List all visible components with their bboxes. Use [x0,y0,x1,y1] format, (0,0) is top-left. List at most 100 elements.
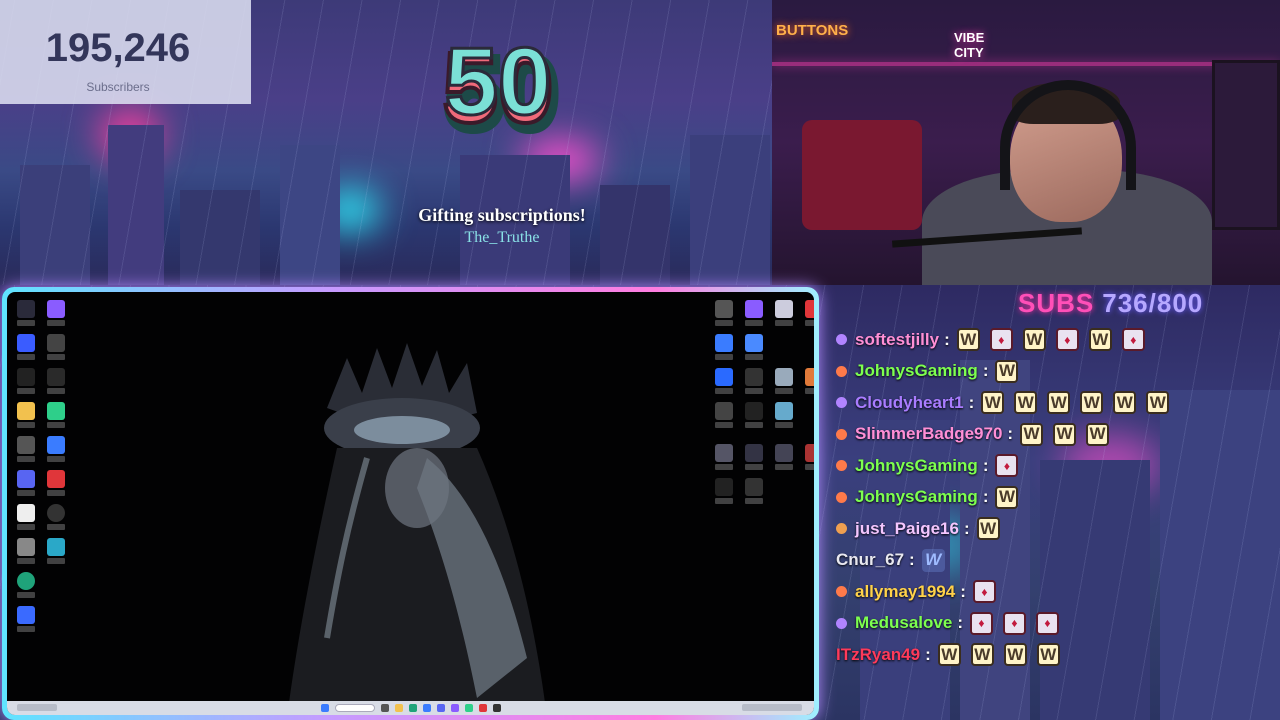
chat-username[interactable]: Medusalove [855,613,952,633]
desktop-capture-frame [2,287,819,720]
chat-emotes: WWW [1020,422,1110,446]
red-couch [802,120,922,230]
w-emote-icon: W [976,517,1000,541]
w-emote-icon: W [1088,328,1112,352]
app-icon[interactable] [478,704,487,712]
desktop-icon[interactable] [743,478,765,508]
w-emote-icon: W [956,328,980,352]
chat-emotes: WWWWWW [981,391,1170,415]
chat-separator: : [1007,424,1014,444]
store-icon[interactable] [422,704,431,712]
chat-emotes: W [995,485,1019,509]
gift-alert-user: The_Truthe [464,229,540,246]
chat-username[interactable]: JohnysGaming [855,456,978,476]
desktop-icon[interactable] [803,368,814,398]
desktop-icon[interactable] [773,444,795,474]
chat-username[interactable]: JohnysGaming [855,487,978,507]
desktop-icon[interactable] [713,368,735,398]
chat-emotes: W [995,359,1019,383]
task-view-icon[interactable] [380,704,389,712]
desktop-icon[interactable] [45,402,67,432]
edge-icon[interactable] [15,572,37,602]
desktop-icon[interactable] [15,334,37,364]
discord-icon[interactable] [15,470,37,500]
system-tray[interactable] [742,704,802,711]
desktop-icons-left [15,300,67,636]
desktop-icon[interactable] [713,300,735,330]
folder-icon[interactable] [15,402,37,432]
w-emote-icon: W [995,359,1019,383]
desktop-icon[interactable] [45,368,67,398]
desktop-icon[interactable] [15,436,37,466]
desktop-icon[interactable] [15,368,37,398]
w-emote-icon: W [1053,422,1077,446]
taskbar-search[interactable] [334,704,375,712]
chat-emotes: ♦ ♦ ♦ [969,611,1059,635]
red-emote-icon: ♦ [972,580,996,604]
chat-separator: : [957,613,963,633]
desktop-icon[interactable] [713,402,735,432]
desktop-icon[interactable] [743,402,765,432]
desktop-icon[interactable] [743,334,765,364]
chat-username[interactable]: allymay1994 [855,582,955,602]
desktop-screen [7,292,814,715]
desktop-icon[interactable] [803,300,814,330]
app-icon[interactable] [450,704,459,712]
chat-separator: : [982,455,989,475]
chat-message: JohnysGaming: W [836,356,1276,388]
red-emote-icon: ♦ [989,328,1013,352]
edge-icon[interactable] [408,704,417,712]
chat-separator: : [982,361,989,381]
subscriber-counter: 195,246 Subscribers [0,0,251,104]
desktop-icon[interactable] [713,478,735,508]
chat-emotes: ♦ [995,454,1019,478]
chat-username[interactable]: just_Paige16 [855,519,959,539]
weather-widget[interactable] [17,704,57,711]
desktop-icon[interactable] [15,300,37,330]
chat-username[interactable]: SlimmerBadge970 [855,424,1002,444]
chat-separator: : [982,487,989,507]
desktop-icon[interactable] [15,538,37,568]
desktop-icon[interactable] [713,334,735,364]
neon-sign-left: BUTTONS [776,22,849,39]
desktop-icon[interactable] [15,606,37,636]
desktop-icon[interactable] [45,300,67,330]
desktop-icon[interactable] [15,504,37,534]
webcam-feed: BUTTONS VIBE CITY [772,0,1280,285]
chat-username[interactable]: Cloudyheart1 [855,393,964,413]
chat-badge-icon [836,491,847,503]
subscriber-count: 195,246 [45,26,191,70]
gift-alert-title: Gifting subscriptions! [418,205,586,225]
file-explorer-icon[interactable] [394,704,403,712]
desktop-icon[interactable] [45,470,67,500]
desktop-icon[interactable] [45,504,67,534]
chat-emotes: W [921,548,945,572]
desktop-icon[interactable] [743,444,765,474]
blue-w-emote-icon: W [921,548,945,572]
app-icon[interactable] [492,704,501,712]
chat-username[interactable]: JohnysGaming [855,361,978,381]
desktop-icon[interactable] [743,300,765,330]
start-icon[interactable] [320,704,329,712]
desktop-icon[interactable] [713,444,735,474]
desktop-icon[interactable] [45,538,67,568]
desktop-icon[interactable] [773,402,795,432]
desktop-icon[interactable] [743,368,765,398]
discord-taskbar-icon[interactable] [436,704,445,712]
chat-separator: : [960,581,966,601]
chat-username[interactable]: ITzRyan49 [836,645,920,665]
desktop-icon[interactable] [773,300,795,330]
app-icon[interactable] [464,704,473,712]
chat-badge-icon [836,428,847,440]
red-emote-icon: ♦ [1002,611,1026,635]
desktop-icon[interactable] [45,334,67,364]
chat-username[interactable]: softestjilly [855,330,939,350]
w-emote-icon: W [981,391,1005,415]
chat-username[interactable]: Cnur_67 [836,550,904,570]
chat-separator: : [963,518,970,538]
chat-badge-icon [836,334,847,346]
desktop-icon[interactable] [45,436,67,466]
desktop-icon[interactable] [803,444,814,474]
shelf [1212,60,1280,230]
desktop-icon[interactable] [773,368,795,398]
